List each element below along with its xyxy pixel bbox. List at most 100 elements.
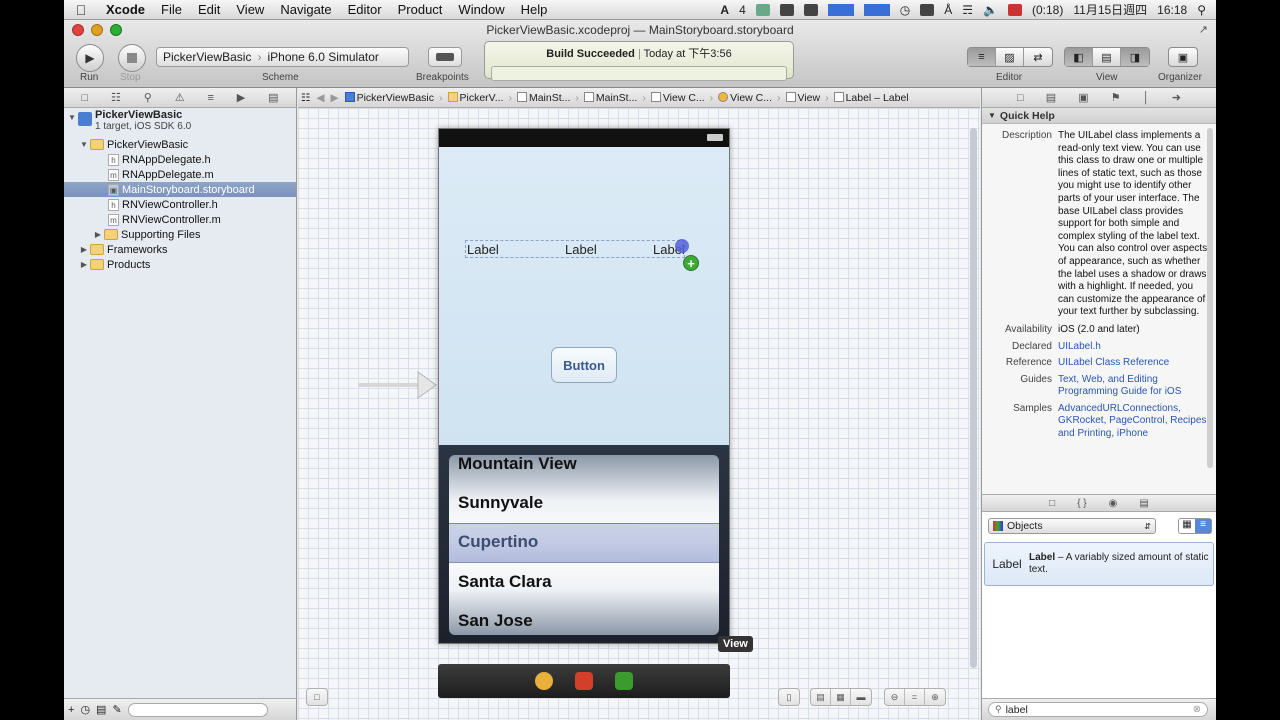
menu-editor[interactable]: Editor	[340, 2, 390, 17]
library-search-field[interactable]: ⚲ label ⊗	[988, 702, 1208, 717]
standard-editor-button[interactable]: ≡	[968, 48, 996, 66]
menu-product[interactable]: Product	[390, 2, 451, 17]
disclosure-closed-icon[interactable]: ▶	[78, 260, 90, 269]
symbol-navigator-icon[interactable]: ☷	[111, 91, 121, 104]
stop-button[interactable]	[118, 44, 146, 72]
jump-item-project[interactable]: PickerViewBasic	[342, 91, 437, 104]
quick-help-inspector-icon[interactable]: ▤	[1046, 91, 1056, 104]
toggle-debug-button[interactable]: ▤	[1093, 48, 1121, 66]
library-category-select[interactable]: Objects ⇵	[988, 518, 1156, 534]
storyboard-canvas[interactable]: Label Label Label + Button Mountain View…	[298, 108, 980, 720]
document-outline-button[interactable]: □	[307, 689, 327, 705]
menu-edit[interactable]: Edit	[190, 2, 228, 17]
picker-row[interactable]: Sunnyvale	[458, 493, 543, 513]
disclosure-open-icon[interactable]: ▼	[78, 140, 90, 149]
align-button[interactable]: ▤	[811, 689, 831, 705]
quick-help-scrollbar[interactable]	[1207, 128, 1213, 468]
menu-date[interactable]: 11月15日週四	[1073, 1, 1147, 18]
disclosure-closed-icon[interactable]: ▶	[92, 230, 104, 239]
project-root-row[interactable]: ▼ PickerViewBasic 1 target, iOS SDK 6.0	[64, 108, 296, 134]
qh-reference-link[interactable]: UILabel Class Reference	[1058, 357, 1169, 370]
fullscreen-icon[interactable]: ↗	[1199, 23, 1208, 36]
list-view-icon[interactable]: ≡	[1195, 519, 1211, 533]
tree-item-group-products[interactable]: ▶ Products	[64, 257, 296, 272]
tree-item-group-pickerviewbasic[interactable]: ▼ PickerViewBasic	[64, 137, 296, 152]
library-item-label[interactable]: Label Label – A variably sized amount of…	[984, 542, 1214, 586]
breakpoint-navigator-icon[interactable]: ▶	[237, 91, 245, 104]
search-navigator-icon[interactable]: ⚲	[144, 91, 152, 104]
back-arrow-icon[interactable]: ◀	[313, 92, 327, 104]
pin-button[interactable]: ▦	[831, 689, 851, 705]
qh-guides-link[interactable]: Text, Web, and Editing Programming Guide…	[1058, 374, 1210, 399]
evernote-icon[interactable]	[779, 3, 794, 16]
issue-navigator-icon[interactable]: ⚠	[175, 91, 185, 104]
label-1[interactable]: Label	[467, 242, 499, 257]
tree-item-group-frameworks[interactable]: ▶ Frameworks	[64, 242, 296, 257]
first-responder-icon[interactable]	[575, 672, 593, 690]
assistant-editor-button[interactable]: ▨	[996, 48, 1024, 66]
disclosure-open-icon[interactable]: ▼	[988, 111, 996, 120]
clear-search-icon[interactable]: ⊗	[1193, 704, 1201, 715]
zoom-in-button[interactable]: ⊕	[925, 689, 945, 705]
globe-icon[interactable]	[755, 3, 770, 16]
disclosure-closed-icon[interactable]: ▶	[78, 245, 90, 254]
tree-item-file[interactable]: m RNViewController.m	[64, 212, 296, 227]
zoom-out-button[interactable]: ⊖	[885, 689, 905, 705]
file-inspector-icon[interactable]: □	[1017, 92, 1024, 104]
project-navigator-icon[interactable]: □	[81, 92, 88, 104]
tree-item-file[interactable]: m RNAppDelegate.m	[64, 167, 296, 182]
tree-item-file-selected[interactable]: ▣ MainStoryboard.storyboard	[64, 182, 296, 197]
tree-item-file[interactable]: h RNAppDelegate.h	[64, 152, 296, 167]
add-icon[interactable]: +	[68, 704, 74, 716]
recent-files-icon[interactable]: ◷	[80, 703, 90, 716]
scheme-popup[interactable]: PickerViewBasic › iPhone 6.0 Simulator	[156, 47, 409, 67]
toggle-utilities-button[interactable]: ◨	[1121, 48, 1149, 66]
view-controller-icon[interactable]	[535, 672, 553, 690]
apple-icon[interactable]: 	[64, 2, 98, 18]
forward-arrow-icon[interactable]: ▶	[328, 92, 342, 104]
picker-row[interactable]: San Jose	[458, 611, 533, 631]
label-2[interactable]: Label	[565, 242, 597, 257]
menu-view[interactable]: View	[228, 2, 272, 17]
zoom-actual-button[interactable]: =	[905, 689, 925, 705]
spotlight-search-icon[interactable]: ⚲	[1197, 3, 1206, 17]
form-factor-button[interactable]: ▯	[779, 689, 799, 705]
time-machine-icon[interactable]: ◷	[900, 3, 910, 17]
jump-item-label-object[interactable]: Label – Label	[831, 91, 912, 104]
jump-item-scene[interactable]: View C...	[648, 91, 708, 104]
version-editor-button[interactable]: ⇄	[1024, 48, 1052, 66]
jump-item-view[interactable]: View	[783, 91, 824, 104]
wifi-icon[interactable]: ☴	[962, 3, 973, 17]
picker-view[interactable]: Mountain View Sunnyvale Cupertino Santa …	[439, 445, 729, 643]
cpu-graph-icon[interactable]	[827, 3, 854, 16]
canvas-vertical-scrollbar[interactable]	[970, 128, 977, 668]
display-icon[interactable]	[920, 3, 935, 16]
code-snippet-library-icon[interactable]: { }	[1077, 498, 1086, 509]
disclosure-open-icon[interactable]: ▼	[66, 113, 78, 122]
jump-item-storyboard[interactable]: MainSt...	[514, 91, 573, 104]
run-button[interactable]: ▶	[76, 44, 104, 72]
picker-row[interactable]: Mountain View	[458, 455, 577, 474]
menu-file[interactable]: File	[153, 2, 190, 17]
volume-icon[interactable]: 🔈	[983, 3, 998, 17]
exit-icon[interactable]	[615, 672, 633, 690]
menu-xcode[interactable]: Xcode	[98, 2, 153, 17]
qh-declared-link[interactable]: UILabel.h	[1058, 341, 1101, 354]
menu-navigate[interactable]: Navigate	[272, 2, 339, 17]
jump-item-group[interactable]: PickerV...	[445, 91, 507, 104]
scm-status-icon[interactable]: ✎	[112, 703, 121, 716]
breakpoints-button[interactable]	[428, 47, 462, 67]
bluetooth-icon[interactable]: Å	[944, 3, 952, 17]
menu-window[interactable]: Window	[450, 2, 512, 17]
organizer-button[interactable]: ▣	[1169, 48, 1197, 66]
connections-inspector-icon[interactable]: ➜	[1172, 91, 1181, 104]
debug-navigator-icon[interactable]: ≡	[207, 92, 213, 104]
jump-item-storyboard-scene[interactable]: MainSt...	[581, 91, 640, 104]
log-navigator-icon[interactable]: ▤	[268, 91, 278, 104]
object-library-icon[interactable]: ◉	[1109, 498, 1118, 509]
menu-clock[interactable]: 16:18	[1157, 3, 1187, 17]
menu-help[interactable]: Help	[513, 2, 556, 17]
round-rect-button[interactable]: Button	[551, 347, 617, 383]
view-controller-scene[interactable]: Label Label Label + Button Mountain View…	[438, 128, 730, 644]
identity-inspector-icon[interactable]: ▣	[1078, 91, 1088, 104]
